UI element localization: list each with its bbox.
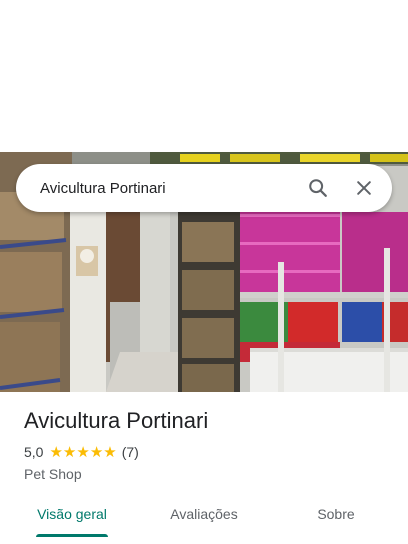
review-count[interactable]: (7) <box>122 444 139 460</box>
map-blank-area <box>0 0 408 152</box>
search-input[interactable]: Avicultura Portinari <box>40 180 298 197</box>
tab-reviews[interactable]: Avaliações <box>144 494 264 534</box>
place-title: Avicultura Portinari <box>24 408 209 433</box>
star-icon: ★ <box>62 443 77 461</box>
active-tab-indicator <box>36 534 108 537</box>
tab-about[interactable]: Sobre <box>264 494 408 534</box>
place-category[interactable]: Pet Shop <box>24 464 394 484</box>
star-icon: ★ <box>76 443 90 461</box>
search-bar[interactable]: Avicultura Portinari <box>16 164 392 212</box>
star-icon: ★ <box>49 443 63 461</box>
star-icon: ★ <box>89 443 104 461</box>
tab-overview[interactable]: Visão geral <box>0 494 144 534</box>
search-icon[interactable] <box>298 168 338 208</box>
star-icon: ★ <box>103 443 117 461</box>
place-info: Avicultura Portinari 5,0 ★ ★ ★ ★ ★ (7) Pet S… <box>24 406 394 484</box>
rating-row[interactable]: 5,0 ★ ★ ★ ★ ★ (7) <box>24 442 394 462</box>
star-rating: ★ ★ ★ ★ ★ <box>49 445 116 460</box>
close-icon[interactable] <box>344 168 384 208</box>
rating-value: 5,0 <box>24 444 44 460</box>
